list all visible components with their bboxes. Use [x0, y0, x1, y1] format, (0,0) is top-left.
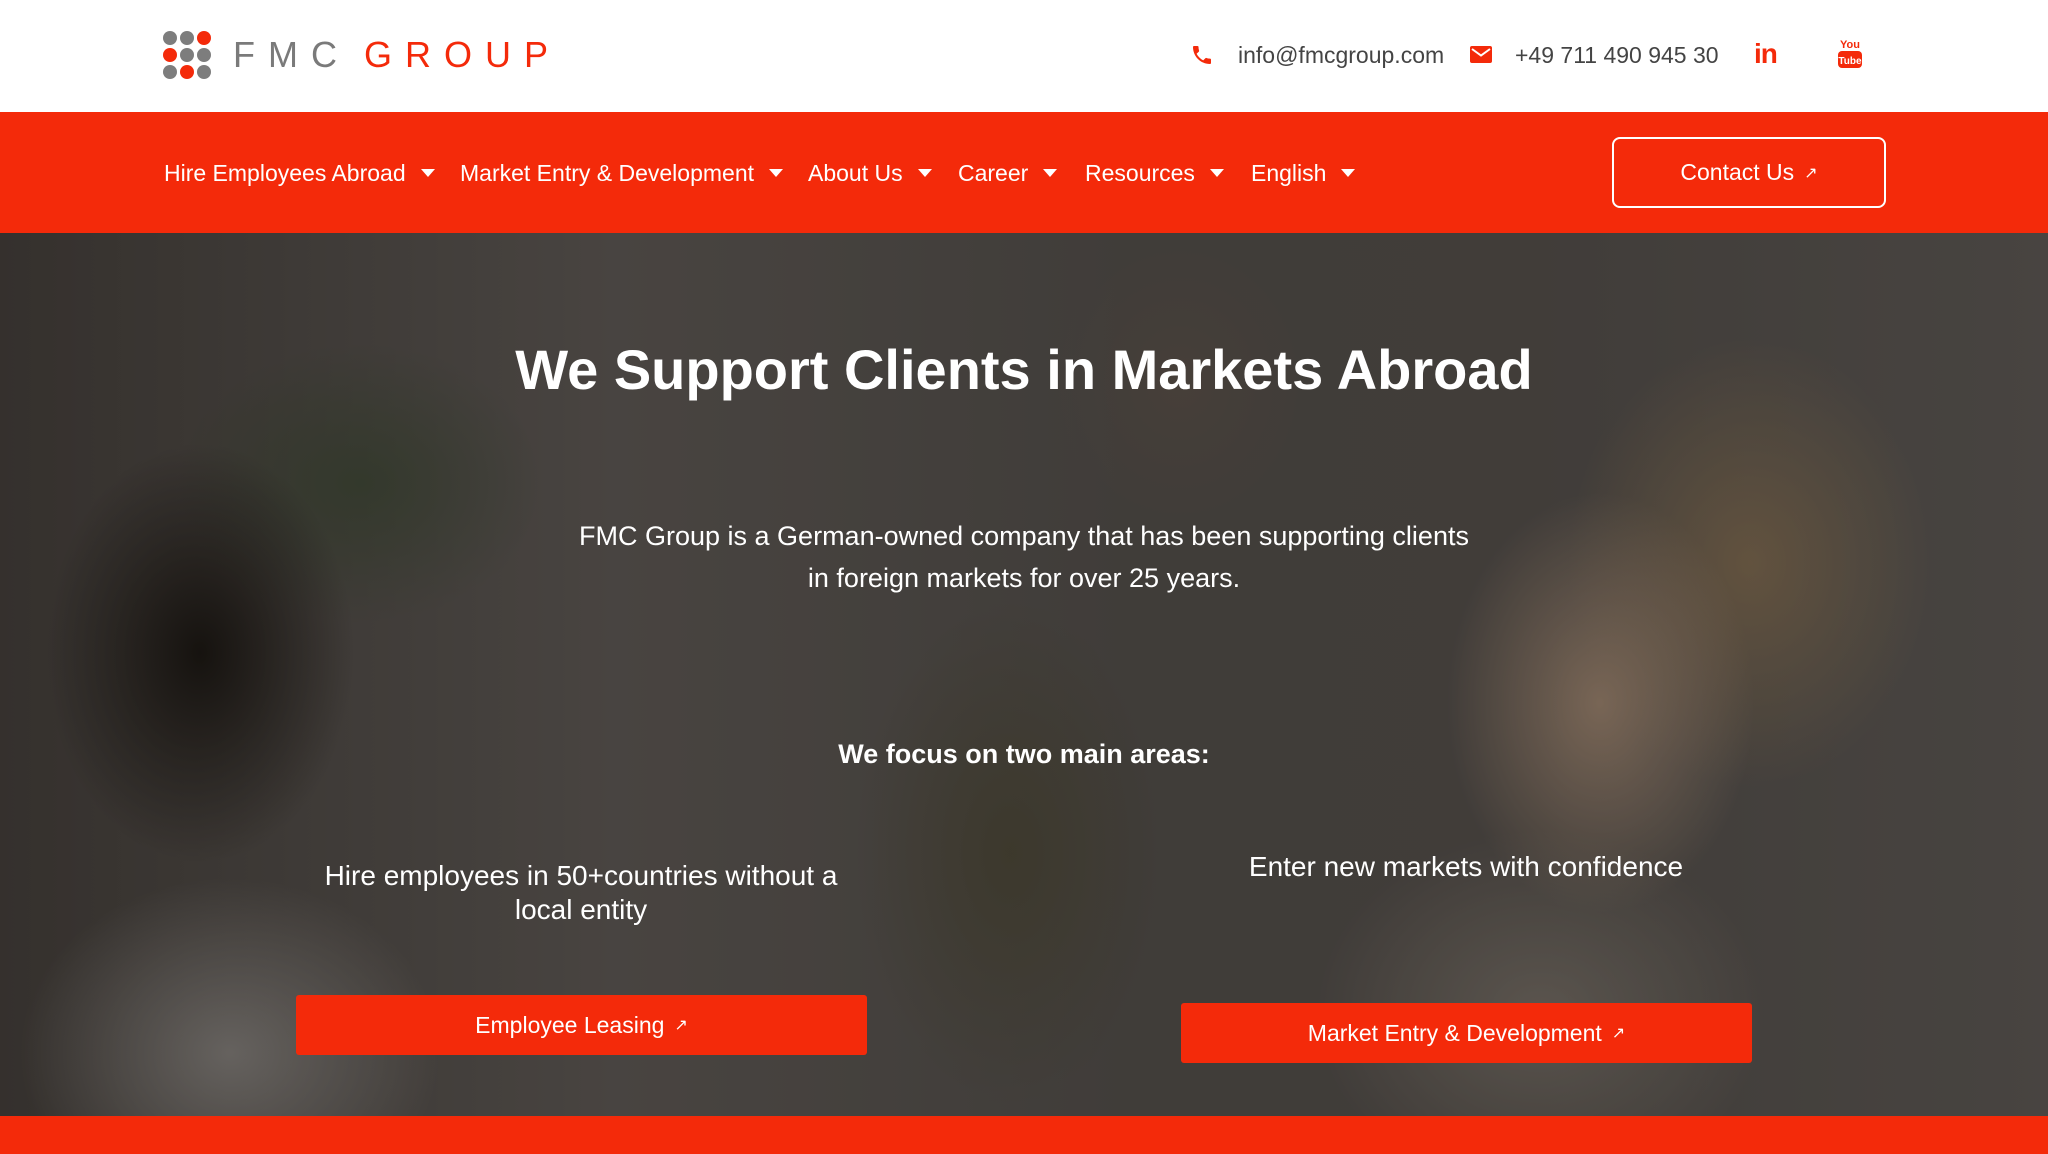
arrow-up-right-icon: ↗ — [1804, 164, 1818, 182]
focus-heading: We focus on two main areas: — [838, 739, 1210, 769]
arrow-up-right-icon: ↗ — [674, 1017, 688, 1034]
employee-leasing-button[interactable]: Employee Leasing ↗ — [296, 995, 867, 1055]
caret-down-icon — [1043, 169, 1058, 177]
nav-item-label: English — [1251, 160, 1327, 186]
nav-item-label: About Us — [808, 160, 903, 186]
arrow-up-right-icon: ↗ — [1611, 1025, 1626, 1042]
caret-down-icon — [917, 169, 932, 177]
nav-item-label: Market Entry & Development — [460, 160, 755, 186]
fmc-group-logo[interactable]: FMC GROUP — [163, 29, 561, 81]
youtube-icon[interactable]: You Tube — [1837, 37, 1863, 69]
contact-us-button[interactable]: Contact Us ↗ — [1612, 137, 1886, 208]
caret-down-icon — [769, 169, 784, 177]
bottom-red-strip — [0, 1116, 2048, 1154]
hero-title: We Support Clients in Markets Abroad — [515, 338, 1533, 401]
caret-down-icon — [420, 169, 435, 177]
email-link[interactable]: info@fmcgroup.com — [1238, 40, 1444, 70]
nav-item-hire-employees-abroad[interactable]: Hire Employees Abroad — [164, 158, 435, 188]
nav-item-label: Resources — [1085, 160, 1195, 186]
nav-item-label: Career — [958, 160, 1029, 186]
enter-markets-text: Enter new markets with confidence — [1248, 851, 1684, 882]
caret-down-icon — [1341, 169, 1356, 177]
mail-icon — [1470, 46, 1492, 63]
linkedin-icon[interactable]: in — [1754, 40, 1778, 68]
logo-wordmark: FMC GROUP — [233, 37, 561, 73]
youtube-label-bottom: Tube — [1838, 56, 1862, 67]
nav-item-career[interactable]: Career — [958, 158, 1058, 188]
main-navigation: Hire Employees Abroad Market Entry & Dev… — [0, 112, 2048, 233]
top-bar: FMC GROUP info@fmcgroup.com +49 711 490 9… — [0, 0, 2048, 112]
market-entry-label: Market Entry & Development — [1307, 1019, 1602, 1046]
contact-us-label: Contact Us — [1680, 159, 1795, 185]
employee-leasing-label: Employee Leasing — [475, 1011, 665, 1038]
hero-description: FMC Group is a German-owned company that… — [579, 521, 1469, 593]
hero-section: We Support Clients in Markets Abroad FMC… — [0, 233, 2048, 1116]
logo-word-fmc: FMC — [233, 34, 350, 75]
nav-item-market-entry-development[interactable]: Market Entry & Development — [460, 158, 784, 188]
logo-dots-icon — [163, 31, 211, 79]
youtube-label-top: You — [1840, 39, 1860, 51]
nav-item-about-us[interactable]: About Us — [808, 158, 932, 188]
logo-word-group: GROUP — [363, 34, 561, 75]
nav-item-language[interactable]: English — [1251, 158, 1356, 188]
nav-item-resources[interactable]: Resources — [1085, 158, 1224, 188]
phone-icon — [1193, 46, 1211, 64]
phone-link[interactable]: +49 711 490 945 30 — [1515, 40, 1719, 70]
market-entry-button[interactable]: Market Entry & Development ↗ — [1181, 1003, 1752, 1063]
hire-employees-text: Hire employees in 50+countries without a… — [324, 860, 838, 925]
nav-item-label: Hire Employees Abroad — [164, 160, 406, 186]
caret-down-icon — [1209, 169, 1224, 177]
